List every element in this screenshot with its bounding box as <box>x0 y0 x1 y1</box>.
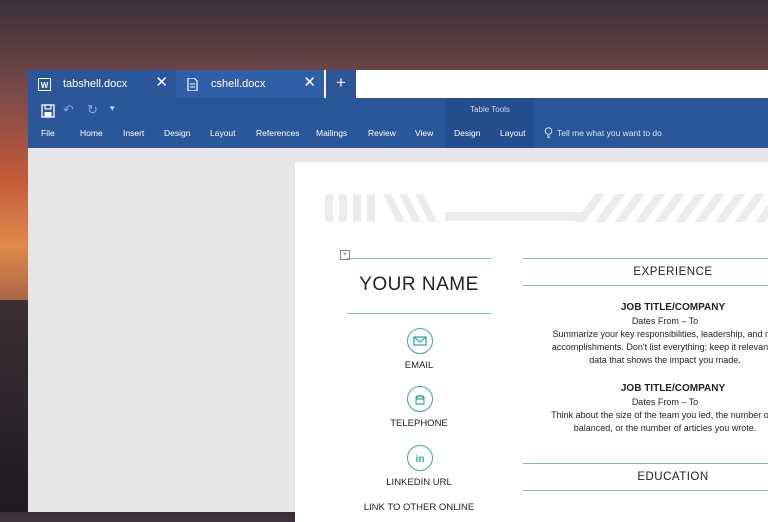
word-icon: W <box>38 78 51 91</box>
menu-file[interactable]: File <box>41 128 55 138</box>
menu-home[interactable]: Home <box>80 128 103 138</box>
job-title[interactable]: JOB TITLE/COMPANY <box>523 302 768 313</box>
menu-design[interactable]: Design <box>164 128 190 138</box>
svg-text:in: in <box>416 454 425 465</box>
menu-view[interactable]: View <box>415 128 433 138</box>
divider-line <box>347 258 491 259</box>
contextual-tab-title: Table Tools <box>470 105 510 114</box>
experience-heading[interactable]: EXPERIENCE <box>523 266 768 278</box>
divider-line <box>523 258 768 259</box>
customize-toolbar-icon[interactable]: ▾ <box>110 103 115 114</box>
contact-linkedin[interactable]: LINKEDIN URL <box>347 477 491 488</box>
job-description-line[interactable]: Summarize your key responsibilities, lea… <box>495 329 768 339</box>
header-pattern-graphic <box>325 194 768 222</box>
education-heading[interactable]: EDUCATION <box>523 471 768 483</box>
close-icon[interactable]: ✕ <box>303 75 316 90</box>
job-dates[interactable]: Dates From – To <box>495 316 768 326</box>
divider-line <box>347 313 491 314</box>
undo-icon[interactable]: ↶ <box>63 102 74 118</box>
desktop-background <box>0 300 30 512</box>
telephone-icon <box>407 386 433 412</box>
contact-other-online[interactable]: LINK TO OTHER ONLINE <box>347 502 491 513</box>
job-dates[interactable]: Dates From – To <box>495 397 768 407</box>
tell-me-label: Tell me what you want to do <box>557 128 662 138</box>
svg-text:W: W <box>41 81 49 90</box>
divider-line <box>523 285 768 286</box>
menu-table-design[interactable]: Design <box>454 128 480 138</box>
menu-insert[interactable]: Insert <box>123 128 144 138</box>
lightbulb-icon <box>544 127 553 138</box>
tell-me-search[interactable]: Tell me what you want to do <box>544 127 662 138</box>
job-title[interactable]: JOB TITLE/COMPANY <box>523 383 768 394</box>
menu-table-layout[interactable]: Layout <box>500 128 526 138</box>
contact-email[interactable]: EMAIL <box>347 360 491 371</box>
tab-label: tabshell.docx <box>63 78 128 90</box>
new-tab-button[interactable]: + <box>326 70 356 98</box>
menu-review[interactable]: Review <box>368 128 396 138</box>
divider-line <box>523 490 768 491</box>
job-description-line[interactable]: Think about the size of the team you led… <box>495 410 768 420</box>
job-description-line[interactable]: data that shows the impact you made. <box>495 355 768 365</box>
tab-tabshell[interactable]: W tabshell.docx ✕ <box>28 70 176 98</box>
email-icon <box>407 328 433 354</box>
resume-name[interactable]: YOUR NAME <box>347 274 491 296</box>
job-description-line[interactable]: accomplishments. Don't list everything; … <box>495 342 768 352</box>
contact-telephone[interactable]: TELEPHONE <box>347 418 491 429</box>
divider-line <box>523 463 768 464</box>
redo-icon[interactable]: ↻ <box>87 102 98 118</box>
tab-cshell[interactable]: cshell.docx ✕ <box>176 70 324 98</box>
linkedin-icon: in <box>407 445 433 471</box>
menu-mailings[interactable]: Mailings <box>316 128 347 138</box>
word-window: W tabshell.docx ✕ cshell.docx ✕ + Table … <box>28 70 768 522</box>
tab-label: cshell.docx <box>211 78 266 90</box>
ribbon: Table Tools ↶ ↻ ▾ File Home Insert Desig… <box>28 98 768 148</box>
save-icon[interactable] <box>41 104 55 118</box>
document-icon <box>187 78 198 91</box>
menu-references[interactable]: References <box>256 128 299 138</box>
menu-layout[interactable]: Layout <box>210 128 236 138</box>
close-icon[interactable]: ✕ <box>155 75 168 90</box>
document-page[interactable]: + YOUR NAME EMAIL TELEPHONE in LINKEDIN … <box>295 162 768 522</box>
job-description-line[interactable]: balanced, or the number of articles you … <box>495 423 768 433</box>
tab-strip: W tabshell.docx ✕ cshell.docx ✕ + <box>28 70 768 98</box>
